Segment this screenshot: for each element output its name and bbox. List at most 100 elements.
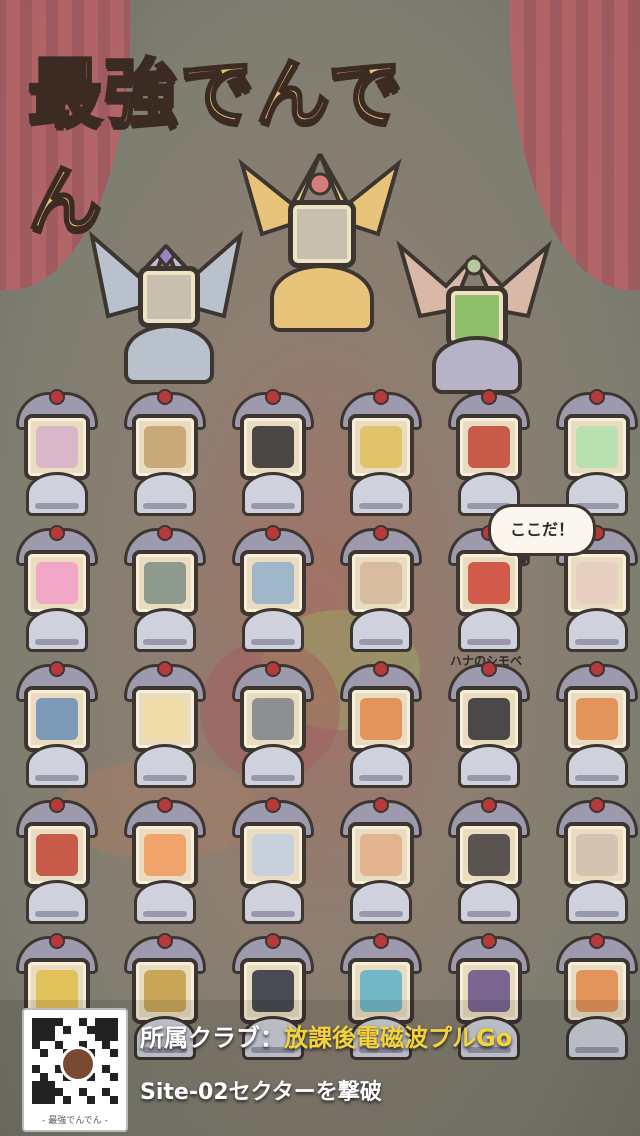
trophy-slot[interactable] [220, 525, 320, 654]
qr-cell [110, 1080, 118, 1089]
qr-cell [78, 1025, 87, 1034]
trophy-slot[interactable] [4, 525, 104, 654]
trophy-slot[interactable] [4, 661, 104, 790]
robot-character-icon [288, 200, 356, 268]
qr-cell [110, 1072, 118, 1081]
slot-pedestal [26, 744, 88, 788]
qr-cell [94, 1080, 103, 1089]
bronze-trophy[interactable] [396, 236, 552, 394]
qr-cell [102, 1018, 111, 1026]
qr-cell [94, 1025, 103, 1034]
trophy-slot[interactable] [544, 661, 640, 790]
gold-pedestal [270, 264, 374, 332]
portrait-frame [348, 414, 414, 480]
portrait-frame [132, 414, 198, 480]
trophy-slot[interactable] [112, 797, 212, 926]
orange-hair-girl-portrait-icon [144, 834, 186, 876]
mission-text: Site-02セクターを撃破 [140, 1080, 382, 1105]
qr-cell [86, 1088, 95, 1097]
portrait-frame [240, 414, 306, 480]
portrait-frame [240, 550, 306, 616]
portrait-frame [24, 414, 90, 480]
trophy-slot[interactable] [112, 389, 212, 518]
qr-cell [71, 1018, 79, 1026]
qr-cell [39, 1025, 48, 1034]
portrait-frame [456, 414, 522, 480]
qr-cell [102, 1072, 111, 1081]
qr-cell [32, 1072, 40, 1081]
qr-cell [39, 1080, 48, 1089]
qr-cell [47, 1057, 56, 1065]
qr-cell [63, 1096, 72, 1104]
trophy-slot[interactable] [544, 797, 640, 926]
qr-cell [71, 1096, 79, 1104]
trophy-slot[interactable] [436, 797, 536, 926]
portrait-frame [564, 686, 630, 752]
qr-cell [86, 1096, 95, 1104]
qr-cell [47, 1025, 56, 1034]
trophy-slot[interactable] [436, 389, 536, 518]
silver-trophy[interactable] [88, 226, 244, 386]
sunglasses-man-portrait-icon [360, 834, 402, 876]
trophy-slot[interactable] [544, 389, 640, 518]
qr-cell [55, 1018, 64, 1026]
trophy-slot[interactable] [220, 797, 320, 926]
qr-cell [55, 1080, 64, 1089]
qr-cell [32, 1033, 40, 1042]
qr-cell [32, 1057, 40, 1065]
qr-cell [63, 1033, 72, 1042]
qr-cell [39, 1041, 48, 1050]
trophy-slot[interactable] [112, 661, 212, 790]
dark-hair-girl-portrait-icon [576, 562, 618, 604]
trophy-slot[interactable] [112, 525, 212, 654]
trophy-slot[interactable] [328, 797, 428, 926]
qr-cell [110, 1025, 118, 1034]
dark-monster-portrait-icon [252, 426, 294, 468]
slot-pedestal [566, 880, 628, 924]
qr-cell [110, 1018, 118, 1026]
blonde-girl-portrait-icon [36, 426, 78, 468]
qr-cell [47, 1064, 56, 1073]
qr-cell [110, 1096, 118, 1104]
qr-cell [110, 1033, 118, 1042]
trophy-slot[interactable] [220, 661, 320, 790]
qr-cell [110, 1041, 118, 1050]
trophy-slot[interactable] [4, 797, 104, 926]
slot-pedestal [242, 880, 304, 924]
qr-code[interactable]: - 最強でんでん - [22, 1008, 128, 1132]
qr-cell [32, 1025, 40, 1034]
slot-pedestal [566, 608, 628, 652]
slot-pedestal [350, 608, 412, 652]
trophy-slot[interactable] [4, 389, 104, 518]
portrait-frame [132, 822, 198, 888]
qr-cell [55, 1041, 64, 1050]
portrait-frame [240, 822, 306, 888]
qr-cell [32, 1041, 40, 1050]
slot-pedestal [134, 744, 196, 788]
qr-cell [32, 1018, 40, 1026]
trophy-slot[interactable] [328, 389, 428, 518]
qr-cell [47, 1088, 56, 1097]
club-name: 放課後電磁波プルGo [284, 1024, 513, 1052]
trophy-slot[interactable] [328, 525, 428, 654]
qr-cell [102, 1064, 111, 1073]
portrait-frame [456, 550, 522, 616]
trophy-slot[interactable] [220, 389, 320, 518]
dark-cat-portrait-icon [468, 698, 510, 740]
qr-cell [71, 1025, 79, 1034]
qr-cell [55, 1088, 64, 1097]
slot-pedestal [458, 608, 520, 652]
qr-cell [94, 1041, 103, 1050]
pink-eyeball-creature-icon [36, 562, 78, 604]
qr-cell [94, 1018, 103, 1026]
trophy-slot[interactable] [328, 661, 428, 790]
red-cyclops-icon [36, 834, 78, 876]
qr-cell [55, 1096, 64, 1104]
qr-cell [39, 1072, 48, 1081]
trophy-slot[interactable] [436, 661, 536, 790]
qr-cell [63, 1080, 72, 1089]
qr-cell [102, 1080, 111, 1089]
qr-cell [47, 1080, 56, 1089]
gold-trophy[interactable] [232, 144, 408, 334]
blue-dragon-icon [36, 698, 78, 740]
